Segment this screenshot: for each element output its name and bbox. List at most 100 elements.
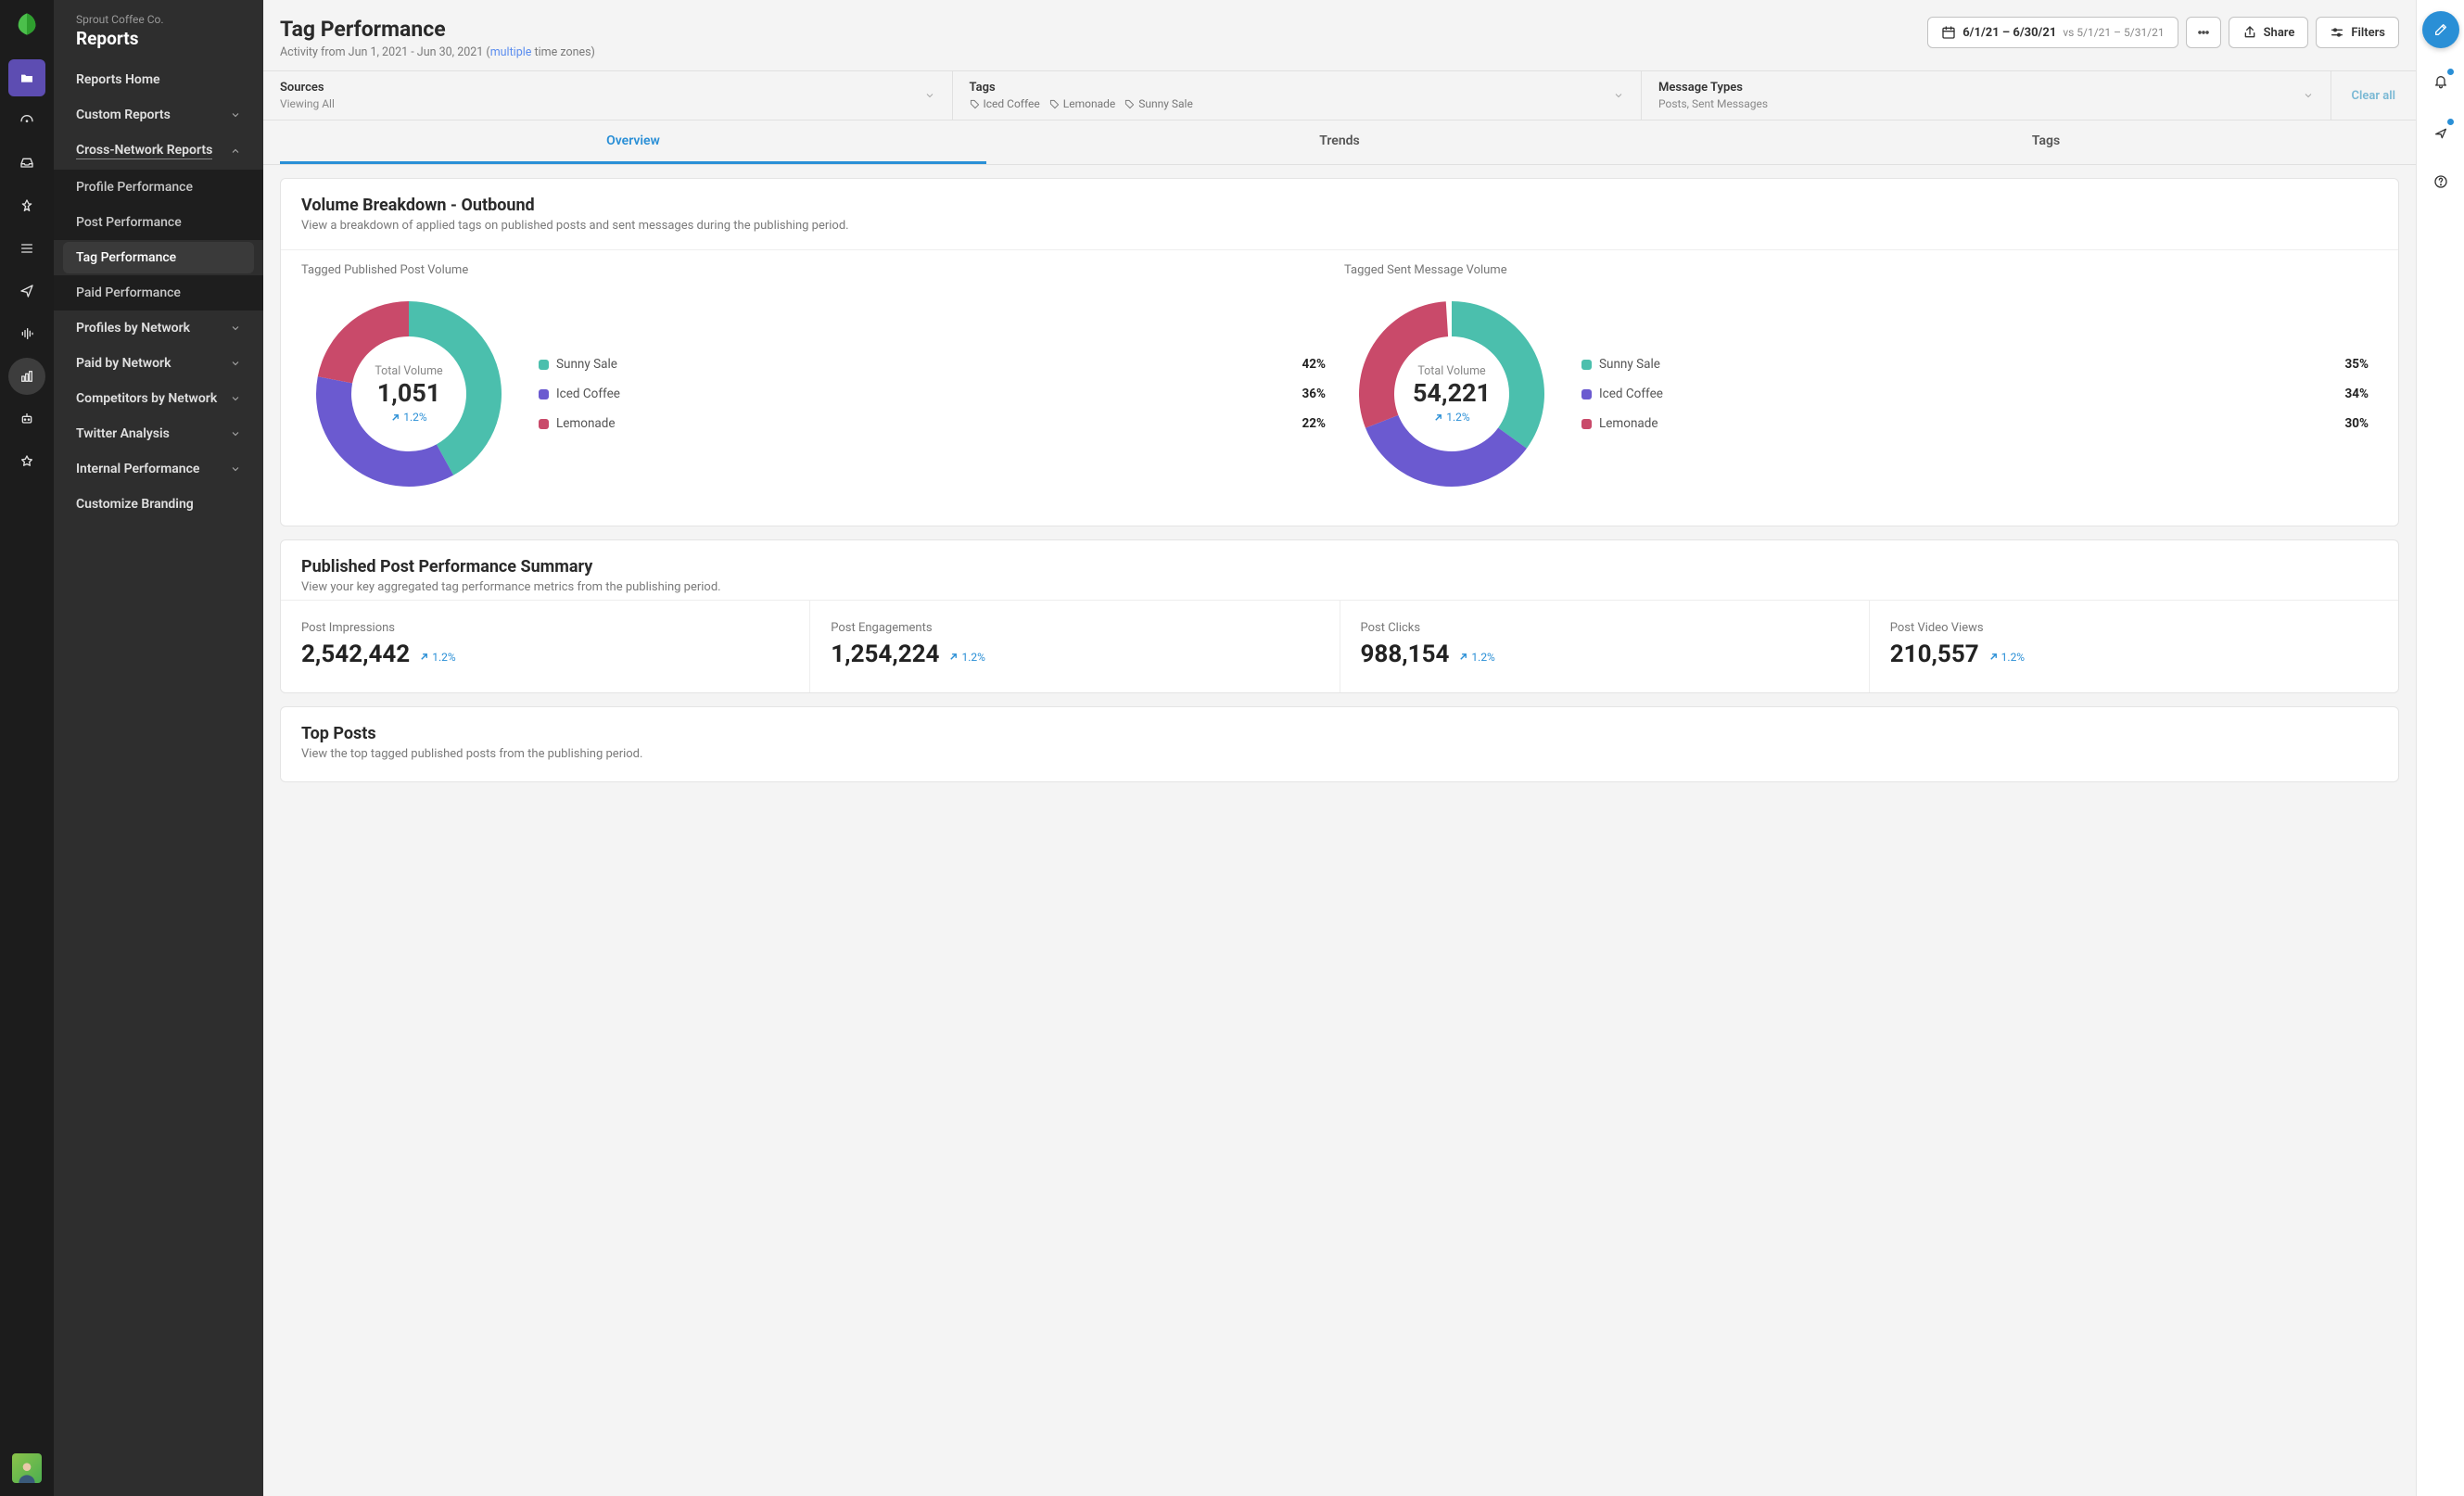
legend-row: Lemonade 22% (539, 409, 1326, 438)
donut-center-label: Total Volume (1417, 364, 1485, 378)
sidebar-twitter-analysis[interactable]: Twitter Analysis (54, 416, 263, 451)
compose-button[interactable] (2422, 11, 2459, 48)
legend-dot (539, 419, 549, 429)
rail-item-publishing[interactable] (8, 273, 45, 310)
legend-row: Iced Coffee 34% (1581, 379, 2369, 409)
sidebar-post-performance[interactable]: Post Performance (54, 205, 263, 240)
tag-icon (1124, 99, 1135, 109)
bell-icon (2433, 74, 2448, 89)
sidebar-customize-branding[interactable]: Customize Branding (54, 487, 263, 522)
chevron-down-icon (2303, 90, 2314, 101)
card-subtitle: View the top tagged published posts from… (301, 747, 2378, 761)
filter-tags[interactable]: Tags Iced Coffee Lemonade Sunny Sale (953, 71, 1643, 120)
legend-value: 35% (2345, 357, 2369, 372)
metric-cell: Post Engagements 1,254,224 1.2% (810, 601, 1340, 692)
donut-center-delta: 1.2% (1433, 411, 1469, 424)
user-avatar[interactable] (12, 1453, 42, 1483)
legend-value: 30% (2345, 416, 2369, 431)
share-button[interactable]: Share (2229, 17, 2309, 48)
page-title: Tag Performance (280, 17, 595, 42)
legend-label: Iced Coffee (1599, 387, 1663, 401)
nav-rail (0, 0, 54, 1496)
tab-tags[interactable]: Tags (1693, 120, 2399, 164)
rail-item-folder-active[interactable] (8, 59, 45, 96)
share-icon (2242, 25, 2257, 40)
notification-dot (2447, 119, 2454, 125)
legend-dot (1581, 419, 1592, 429)
tag-icon (1049, 99, 1060, 109)
donut-chart: Total Volume 54,221 1.2% (1344, 286, 1559, 501)
donut-block: Tagged Published Post Volume Total Volum… (301, 263, 1335, 501)
filter-message-types[interactable]: Message Types Posts, Sent Messages (1642, 71, 2331, 120)
legend-value: 42% (1302, 357, 1326, 372)
metric-value: 2,542,442 (301, 640, 410, 668)
legend-label: Iced Coffee (556, 387, 620, 401)
sidebar-paid-performance[interactable]: Paid Performance (54, 275, 263, 311)
clear-all-button[interactable]: Clear all (2331, 71, 2417, 120)
card-title: Top Posts (301, 724, 2378, 743)
sidebar-tag-performance[interactable]: Tag Performance (63, 242, 254, 273)
metric-delta: 1.2% (419, 651, 455, 664)
tab-trends[interactable]: Trends (986, 120, 1693, 164)
donut-center-value: 1,051 (377, 378, 441, 408)
legend-row: Iced Coffee 36% (539, 379, 1326, 409)
sidebar-internal-performance[interactable]: Internal Performance (54, 451, 263, 487)
page-subtitle: Activity from Jun 1, 2021 - Jun 30, 2021… (280, 45, 595, 59)
sidebar-profile-performance[interactable]: Profile Performance (54, 170, 263, 205)
legend-dot (1581, 360, 1592, 370)
sliders-icon (2330, 25, 2344, 40)
metric-cell: Post Impressions 2,542,442 1.2% (281, 601, 810, 692)
donut-legend: Sunny Sale 35% Iced Coffee 34% Lemonade … (1581, 349, 2378, 438)
legend-dot (539, 389, 549, 399)
donut-center-value: 54,221 (1413, 378, 1491, 408)
chevron-down-icon (1613, 90, 1624, 101)
metric-label: Post Clicks (1361, 621, 1848, 635)
donut-title: Tagged Sent Message Volume (1344, 263, 2378, 277)
legend-row: Lemonade 30% (1581, 409, 2369, 438)
feedback-button[interactable] (2424, 115, 2458, 148)
sidebar-competitors-by-network[interactable]: Competitors by Network (54, 381, 263, 416)
notifications-button[interactable] (2424, 65, 2458, 98)
top-posts-card: Top Posts View the top tagged published … (280, 706, 2399, 782)
rail-item-bot[interactable] (8, 400, 45, 437)
rail-item-reviews[interactable] (8, 443, 45, 480)
metric-cell: Post Clicks 988,154 1.2% (1340, 601, 1870, 692)
legend-value: 22% (1302, 416, 1326, 431)
sidebar-reports-home[interactable]: Reports Home (54, 62, 263, 97)
date-range-picker[interactable]: 6/1/21 – 6/30/21 vs 5/1/21 – 5/31/21 (1927, 17, 2178, 48)
rail-item-inbox[interactable] (8, 145, 45, 182)
tab-overview[interactable]: Overview (280, 120, 986, 164)
donut-block: Tagged Sent Message Volume Total Volume … (1344, 263, 2378, 501)
notification-dot (2447, 69, 2454, 75)
sidebar-custom-reports[interactable]: Custom Reports (54, 97, 263, 133)
sidebar-paid-by-network[interactable]: Paid by Network (54, 346, 263, 381)
metric-delta: 1.2% (1988, 651, 2025, 664)
legend-label: Sunny Sale (1599, 357, 1660, 372)
filters-button[interactable]: Filters (2316, 17, 2399, 48)
feedback-icon (2433, 124, 2448, 139)
metric-label: Post Engagements (831, 621, 1318, 635)
rail-item-pin[interactable] (8, 187, 45, 224)
rail-item-feed[interactable] (8, 230, 45, 267)
metric-cell: Post Video Views 210,557 1.2% (1870, 601, 2398, 692)
sidebar-profiles-by-network[interactable]: Profiles by Network (54, 311, 263, 346)
content-tabs: Overview Trends Tags (263, 120, 2416, 165)
more-actions-button[interactable] (2186, 17, 2221, 48)
tag-icon (970, 99, 980, 109)
rail-item-reports[interactable] (8, 358, 45, 395)
legend-label: Sunny Sale (556, 357, 617, 372)
sidebar-cross-network[interactable]: Cross-Network Reports (54, 133, 263, 170)
calendar-icon (1941, 25, 1956, 40)
help-button[interactable] (2424, 165, 2458, 198)
card-subtitle: View a breakdown of applied tags on publ… (301, 219, 2378, 233)
metric-value: 1,254,224 (831, 640, 939, 668)
main-content: Tag Performance Activity from Jun 1, 202… (263, 0, 2416, 1496)
ellipsis-icon (2196, 25, 2211, 40)
rail-item-listening[interactable] (8, 315, 45, 352)
card-subtitle: View your key aggregated tag performance… (301, 580, 2378, 594)
legend-dot (539, 360, 549, 370)
filter-sources[interactable]: Sources Viewing All (263, 71, 953, 120)
help-icon (2433, 174, 2448, 189)
rail-item-dashboard[interactable] (8, 102, 45, 139)
card-title: Volume Breakdown - Outbound (301, 196, 2378, 215)
